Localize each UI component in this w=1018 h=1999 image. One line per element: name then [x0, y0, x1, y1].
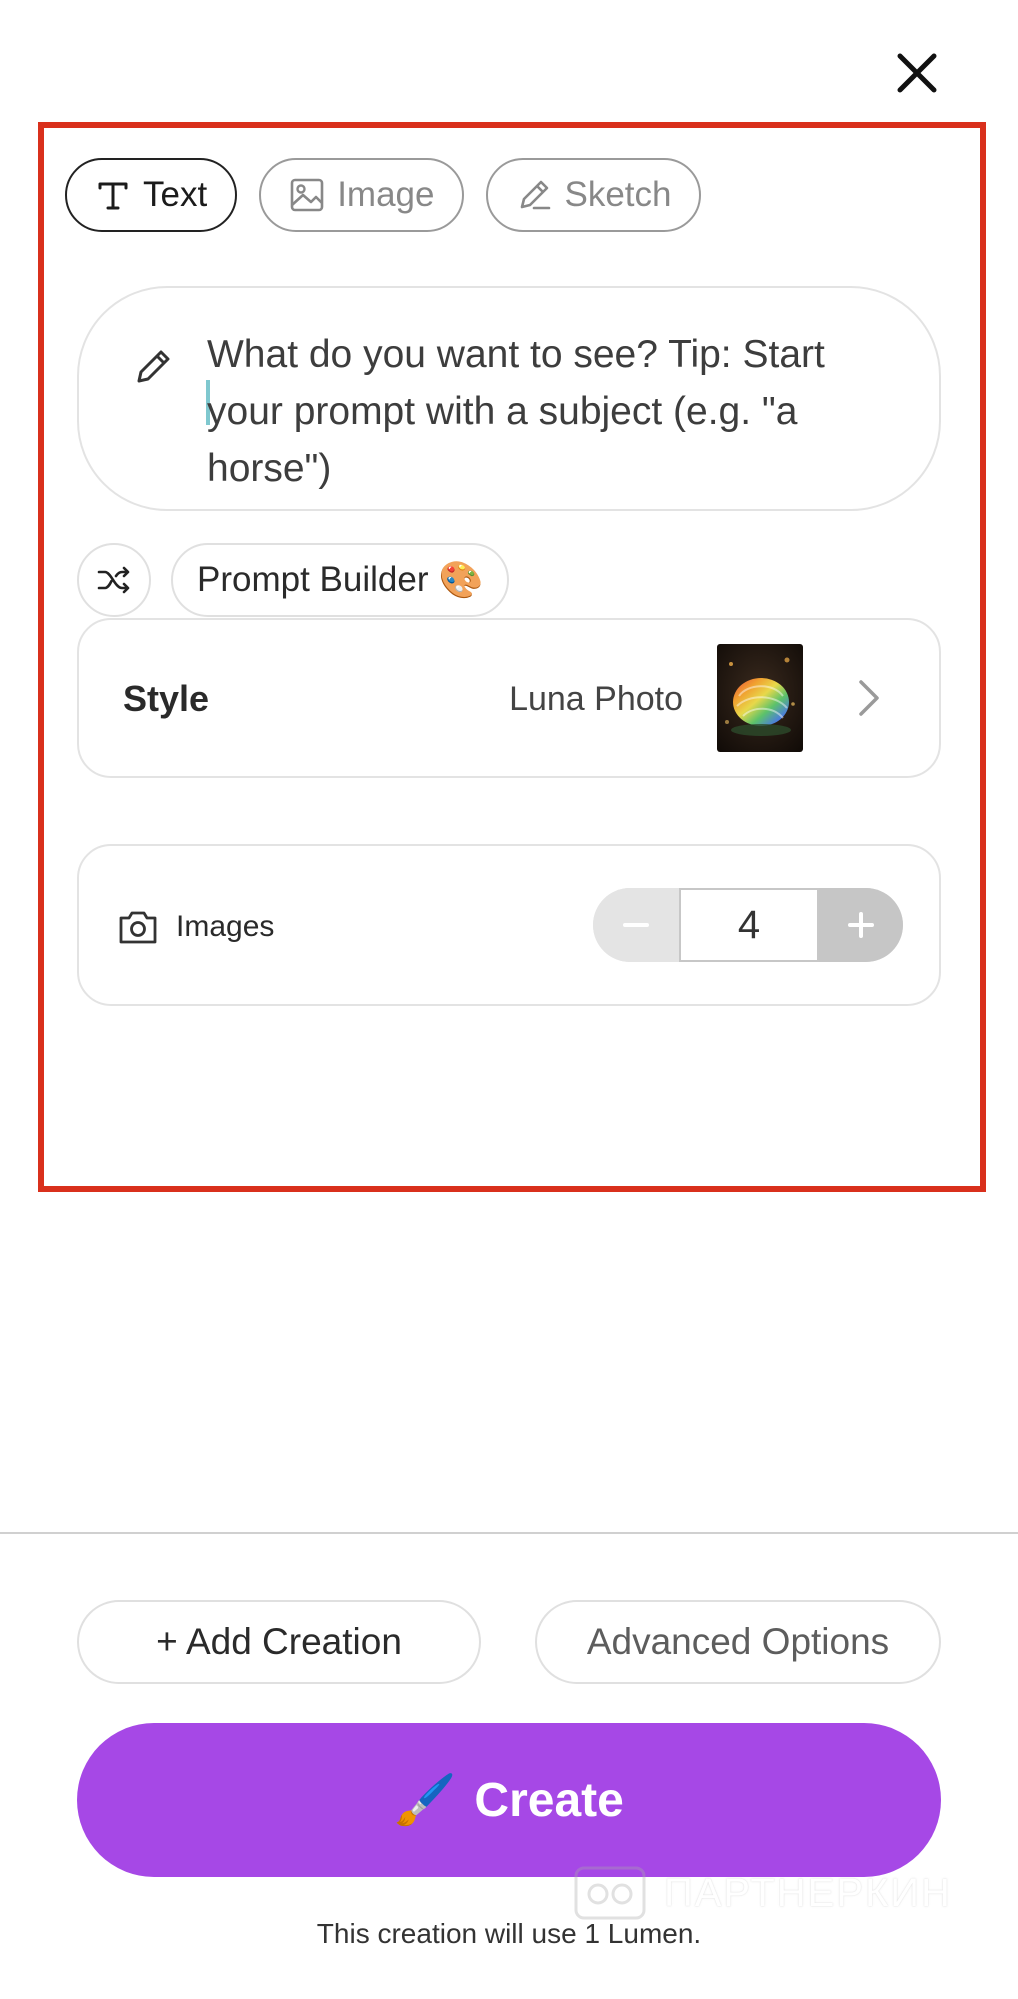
footer-divider	[0, 1532, 1018, 1534]
tab-text-label: Text	[143, 175, 208, 214]
style-label: Style	[123, 678, 210, 719]
watermark-text: ПАРТНЕРКИН	[664, 1870, 952, 1915]
pencil-icon	[131, 344, 175, 388]
images-label: Images	[176, 910, 275, 943]
mode-tabs: Text Image Sketch	[65, 158, 702, 232]
camera-icon	[117, 908, 159, 946]
add-creation-button[interactable]: + Add Creation	[77, 1600, 481, 1684]
tab-image[interactable]: Image	[259, 158, 465, 232]
create-button[interactable]: 🖌️ Create	[77, 1723, 941, 1877]
watermark: ПАРТНЕРКИН	[572, 1862, 952, 1924]
close-button[interactable]	[892, 48, 942, 98]
prompt-builder-label: Prompt Builder	[197, 560, 429, 599]
watermark-logo-icon	[572, 1862, 648, 1924]
prompt-builder-button[interactable]: Prompt Builder 🎨	[171, 543, 510, 617]
minus-icon	[623, 923, 649, 927]
tab-sketch-label: Sketch	[564, 175, 672, 214]
advanced-options-button[interactable]: Advanced Options	[535, 1600, 941, 1684]
image-count-value[interactable]: 4	[679, 888, 819, 962]
decrement-button[interactable]	[593, 888, 679, 962]
tab-text[interactable]: Text	[65, 158, 238, 232]
shuffle-icon	[97, 566, 130, 594]
close-icon	[897, 53, 937, 93]
style-value: Luna Photo	[509, 680, 683, 718]
tab-image-label: Image	[337, 175, 435, 214]
pencil-icon	[516, 177, 552, 213]
create-label: Create	[474, 1773, 624, 1827]
style-selector[interactable]: Style Luna Photo	[77, 618, 941, 778]
prompt-input[interactable]: What do you want to see? Tip: Start your…	[77, 286, 941, 511]
image-icon	[289, 177, 325, 213]
lumen-usage-note: This creation will use 1 Lumen.	[316, 1918, 702, 1949]
chevron-right-icon	[851, 674, 885, 722]
prompt-placeholder: What do you want to see? Tip: Start your…	[207, 333, 825, 490]
palette-icon: 🎨	[438, 559, 484, 600]
images-count-card: Images 4	[77, 844, 941, 1006]
tab-sketch[interactable]: Sketch	[486, 158, 702, 232]
quantity-stepper: 4	[593, 888, 903, 962]
increment-button[interactable]	[819, 888, 903, 962]
paintbrush-icon: 🖌️	[394, 1771, 457, 1828]
shuffle-button[interactable]	[77, 543, 151, 617]
plus-icon	[848, 912, 874, 938]
style-thumbnail	[717, 644, 803, 752]
text-icon	[95, 177, 131, 213]
